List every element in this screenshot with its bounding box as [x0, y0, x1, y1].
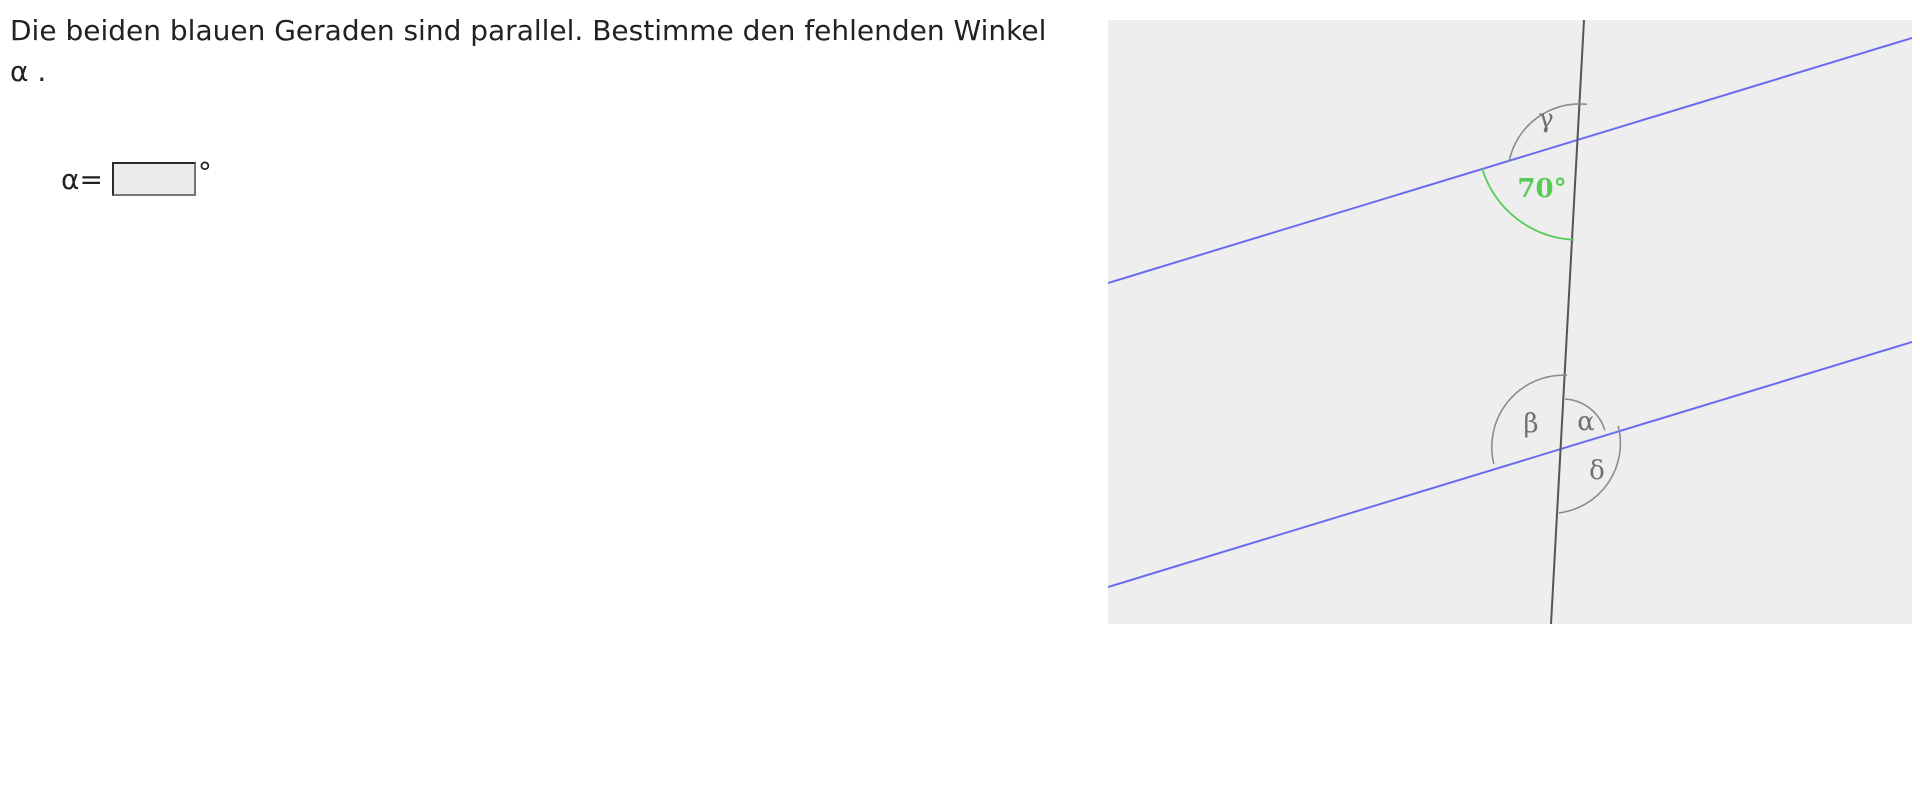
answer-label: α=	[61, 162, 103, 196]
answer-row: α= °	[61, 158, 212, 200]
label-alpha: α	[1577, 407, 1595, 437]
parallel-line-bottom	[1108, 341, 1912, 588]
task-end: .	[28, 55, 47, 88]
task-variable: α	[10, 55, 29, 88]
task-sentence: Die beiden blauen Geraden sind parallel.…	[10, 14, 1047, 47]
degree-unit: °	[197, 156, 212, 189]
label-given-angle: 70°	[1517, 174, 1566, 204]
transversal-line	[1550, 20, 1585, 624]
task-text: Die beiden blauen Geraden sind parallel.…	[10, 10, 1090, 92]
diagram-svg: γ 70° β α δ	[1108, 20, 1912, 624]
alpha-answer-input[interactable]	[111, 162, 196, 196]
angle-diagram: γ 70° β α δ	[1108, 20, 1912, 624]
label-beta: β	[1523, 409, 1538, 439]
label-gamma: γ	[1538, 104, 1554, 134]
label-delta: δ	[1589, 456, 1605, 486]
